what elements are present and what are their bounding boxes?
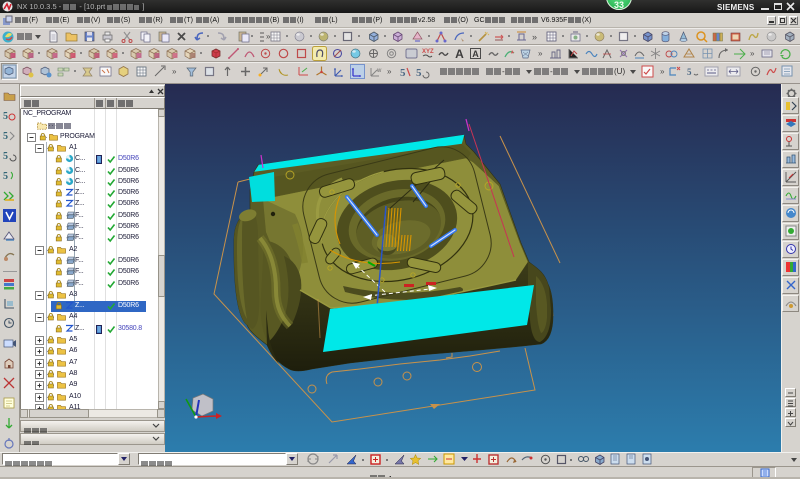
svg-text:5: 5	[3, 151, 8, 162]
svg-text:5: 5	[400, 67, 406, 79]
svg-text:5: 5	[687, 67, 692, 77]
svg-text:»: »	[660, 67, 665, 76]
svg-text:XYZ: XYZ	[422, 49, 434, 55]
svg-text:»: »	[538, 49, 543, 58]
svg-text:5: 5	[416, 67, 422, 79]
svg-text:»: »	[387, 67, 392, 76]
svg-text:»: »	[172, 67, 177, 76]
svg-text:5: 5	[3, 131, 8, 142]
svg-text:A: A	[455, 47, 464, 61]
svg-text:»: »	[750, 49, 755, 58]
svg-text:5: 5	[3, 111, 8, 122]
svg-text:»: »	[532, 32, 537, 42]
svg-text:5: 5	[3, 171, 8, 182]
svg-text:A: A	[472, 49, 479, 59]
svg-text:w: w	[376, 68, 382, 74]
